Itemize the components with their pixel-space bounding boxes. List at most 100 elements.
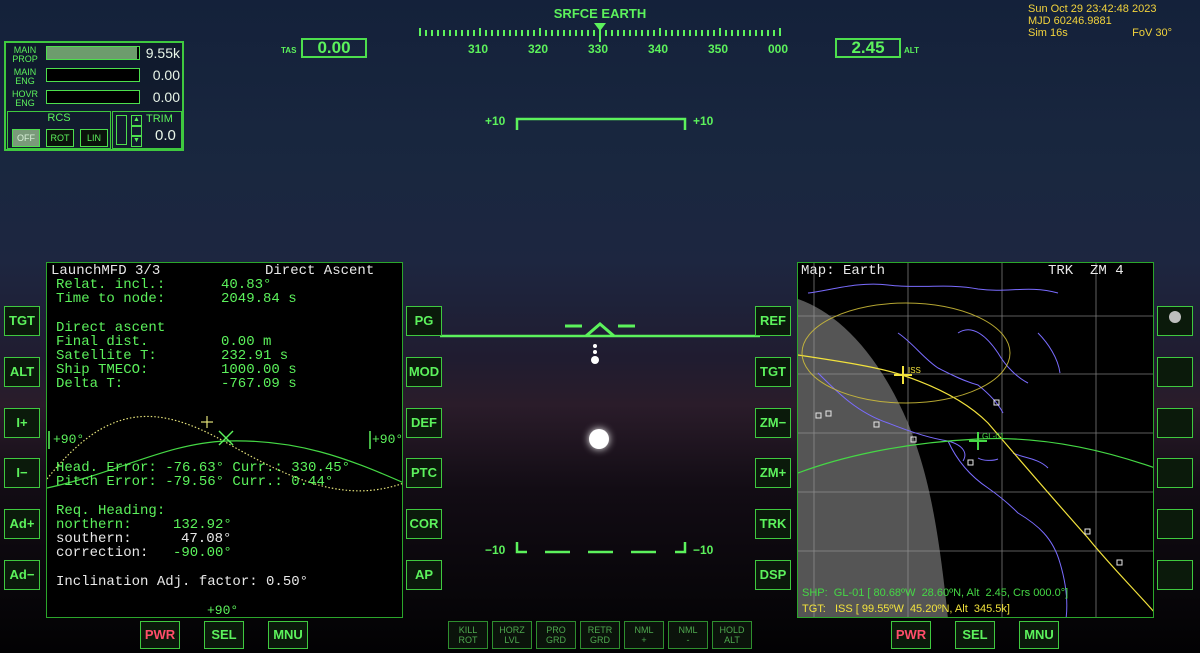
clock-fov: FoV 30° xyxy=(1132,27,1172,39)
rcs-rot-button[interactable]: ROT xyxy=(46,129,74,147)
req-heading-label: Req. Heading: xyxy=(56,503,166,519)
nav-button-bottom-label: ALT xyxy=(724,635,740,645)
final-dist-value: 0.00 m xyxy=(221,334,272,350)
trim-value: 0.0 xyxy=(155,127,176,144)
clock-date: Sun Oct 29 23:42:48 2023 xyxy=(1028,3,1157,15)
left-mfd-inc-plus-button[interactable]: I+ xyxy=(4,408,40,438)
right-mfd-ref-button[interactable]: REF xyxy=(755,306,791,336)
right-mfd-side-button-1[interactable] xyxy=(1157,306,1193,336)
right-mfd-zoom-in-button[interactable]: ZM+ xyxy=(755,458,791,488)
target-position-readout: TGT: ISS [ 99.55ºW 45.20ºN, Alt 345.5k] xyxy=(802,603,1010,615)
pitch-ladder-upper xyxy=(515,117,687,130)
main-prop-gauge xyxy=(46,46,140,60)
inclination-adj-readout: Inclination Adj. factor: 0.50° xyxy=(56,574,309,590)
nav-button-bottom-label: GRD xyxy=(590,635,610,645)
left-mfd-ad-plus-button[interactable]: Ad+ xyxy=(4,509,40,539)
horz-lvl-button[interactable]: HORZ LVL xyxy=(492,621,532,649)
indicator-light-icon xyxy=(1169,310,1181,323)
right-mfd-mnu-button[interactable]: MNU xyxy=(1019,621,1059,649)
right-mfd-pwr-button[interactable]: PWR xyxy=(891,621,931,649)
right-mfd-side-button-2[interactable] xyxy=(1157,357,1193,387)
right-mfd-zoom-out-button[interactable]: ZM− xyxy=(755,408,791,438)
left-mfd-header-right: Direct Ascent xyxy=(265,263,375,279)
nav-button-bottom-label: ROT xyxy=(458,635,478,645)
nml-plus-button[interactable]: NML + xyxy=(624,621,664,649)
nml-minus-button[interactable]: NML - xyxy=(668,621,708,649)
nav-button-bottom-label: LVL xyxy=(504,635,520,645)
iss-map-label: ISS xyxy=(908,366,921,375)
right-mfd-sel-button[interactable]: SEL xyxy=(955,621,995,649)
satellite-t-label: Satellite T: xyxy=(56,348,157,364)
sun-icon xyxy=(589,429,609,449)
left-mfd-pwr-button[interactable]: PWR xyxy=(140,621,180,649)
pitch-upper-right-label: +10 xyxy=(693,114,714,128)
right-mfd-side-button-4[interactable] xyxy=(1157,458,1193,488)
left-mfd-def-button[interactable]: DEF xyxy=(406,408,442,438)
ship-map-label: GL-01 xyxy=(982,432,1005,441)
right-mfd-screen: ISS GL-01 Map: Earth TRK ZM 4 SHP: GL-01… xyxy=(797,262,1154,618)
southern-label: southern: xyxy=(56,531,132,547)
rcs-off-button[interactable]: OFF xyxy=(12,129,40,147)
left-mfd-inc-minus-button[interactable]: I− xyxy=(4,458,40,488)
pro-grd-button[interactable]: PRO GRD xyxy=(536,621,576,649)
pitch-upper-left-label: +10 xyxy=(485,114,506,128)
trim-center-button[interactable] xyxy=(131,126,142,136)
trim-up-button[interactable]: ▲ xyxy=(131,115,142,126)
trim-down-button[interactable]: ▼ xyxy=(131,136,142,147)
hovr-eng-label: HOVR ENG xyxy=(11,89,38,108)
clock-mjd: MJD 60246.9881 xyxy=(1028,15,1112,27)
main-eng-label: MAIN ENG xyxy=(13,67,37,86)
left-mfd-mnu-button[interactable]: MNU xyxy=(268,621,308,649)
final-dist-label: Final dist. xyxy=(56,334,149,350)
left-mfd-header-left: LaunchMFD 3/3 xyxy=(51,263,161,279)
relat-incl-value: 40.83° xyxy=(221,277,272,293)
left-mfd-tgt-button[interactable]: TGT xyxy=(4,306,40,336)
left-mfd-mod-button[interactable]: MOD xyxy=(406,357,442,387)
time-to-node-label: Time to node: xyxy=(56,291,166,307)
left-mfd-ptc-button[interactable]: PTC xyxy=(406,458,442,488)
nav-button-bottom-label: GRD xyxy=(546,635,566,645)
engine-panel: MAIN PROP 9.55k MAIN ENG 0.00 HOVR ENG 0.00… xyxy=(4,41,184,151)
left-mfd-screen: LaunchMFD 3/3 Direct Ascent Relat. incl.… xyxy=(46,262,403,618)
right-mfd-tgt-button[interactable]: TGT xyxy=(755,357,791,387)
pitch-lower-left-label: −10 xyxy=(485,543,506,557)
left-mfd-pg-button[interactable]: PG xyxy=(406,306,442,336)
tas-label: TAS xyxy=(281,46,297,55)
heading-marker-icon xyxy=(594,23,606,31)
pitch-lower-right-label: −10 xyxy=(693,543,714,557)
nav-button-bottom-label: + xyxy=(641,635,647,645)
clock-readout: Sun Oct 29 23:42:48 2023 MJD 60246.9881 … xyxy=(1028,3,1172,39)
left-mfd-sel-button[interactable]: SEL xyxy=(204,621,244,649)
heading-tick-label: 350 xyxy=(707,42,729,56)
rcs-lin-button[interactable]: LIN xyxy=(80,129,108,147)
nav-button-top-label: RETR xyxy=(587,625,613,635)
left-mfd-cor-button[interactable]: COR xyxy=(406,509,442,539)
right-mfd-side-button-6[interactable] xyxy=(1157,560,1193,590)
alt-readout: 2.45 xyxy=(835,38,901,58)
rcs-label: RCS xyxy=(47,112,71,124)
right-mfd-side-button-5[interactable] xyxy=(1157,509,1193,539)
left-mfd-ap-button[interactable]: AP xyxy=(406,560,442,590)
satellite-t-value: 232.91 s xyxy=(221,348,289,364)
hold-alt-button[interactable]: HOLD ALT xyxy=(712,621,752,649)
nav-button-bottom-label: - xyxy=(686,635,690,645)
right-mfd-dsp-button[interactable]: DSP xyxy=(755,560,791,590)
northern-value: 132.92° xyxy=(173,517,232,533)
alt-label: ALT xyxy=(904,46,919,55)
southern-value: 47.08° xyxy=(181,531,232,547)
right-mfd-side-button-3[interactable] xyxy=(1157,408,1193,438)
hud-mode-label: SRFCE EARTH xyxy=(553,6,647,21)
correction-label: correction: xyxy=(56,545,149,561)
left-mfd-ad-minus-button[interactable]: Ad− xyxy=(4,560,40,590)
retr-grd-button[interactable]: RETR GRD xyxy=(580,621,620,649)
clock-sim: Sim 16s xyxy=(1028,27,1068,39)
earth-map xyxy=(798,263,1153,617)
head-error-readout: Head. Error: -76.63° Curr.: 330.45° xyxy=(56,460,351,476)
left-mfd-alt-button[interactable]: ALT xyxy=(4,357,40,387)
kill-rot-button[interactable]: KILL ROT xyxy=(448,621,488,649)
right-mfd-trk-button[interactable]: TRK xyxy=(755,509,791,539)
direct-ascent-heading: Direct ascent xyxy=(56,320,166,336)
northern-label: northern: xyxy=(56,517,132,533)
scale-left-label: +90° xyxy=(53,432,85,447)
rcs-group: RCS OFF ROT LIN xyxy=(7,111,111,149)
